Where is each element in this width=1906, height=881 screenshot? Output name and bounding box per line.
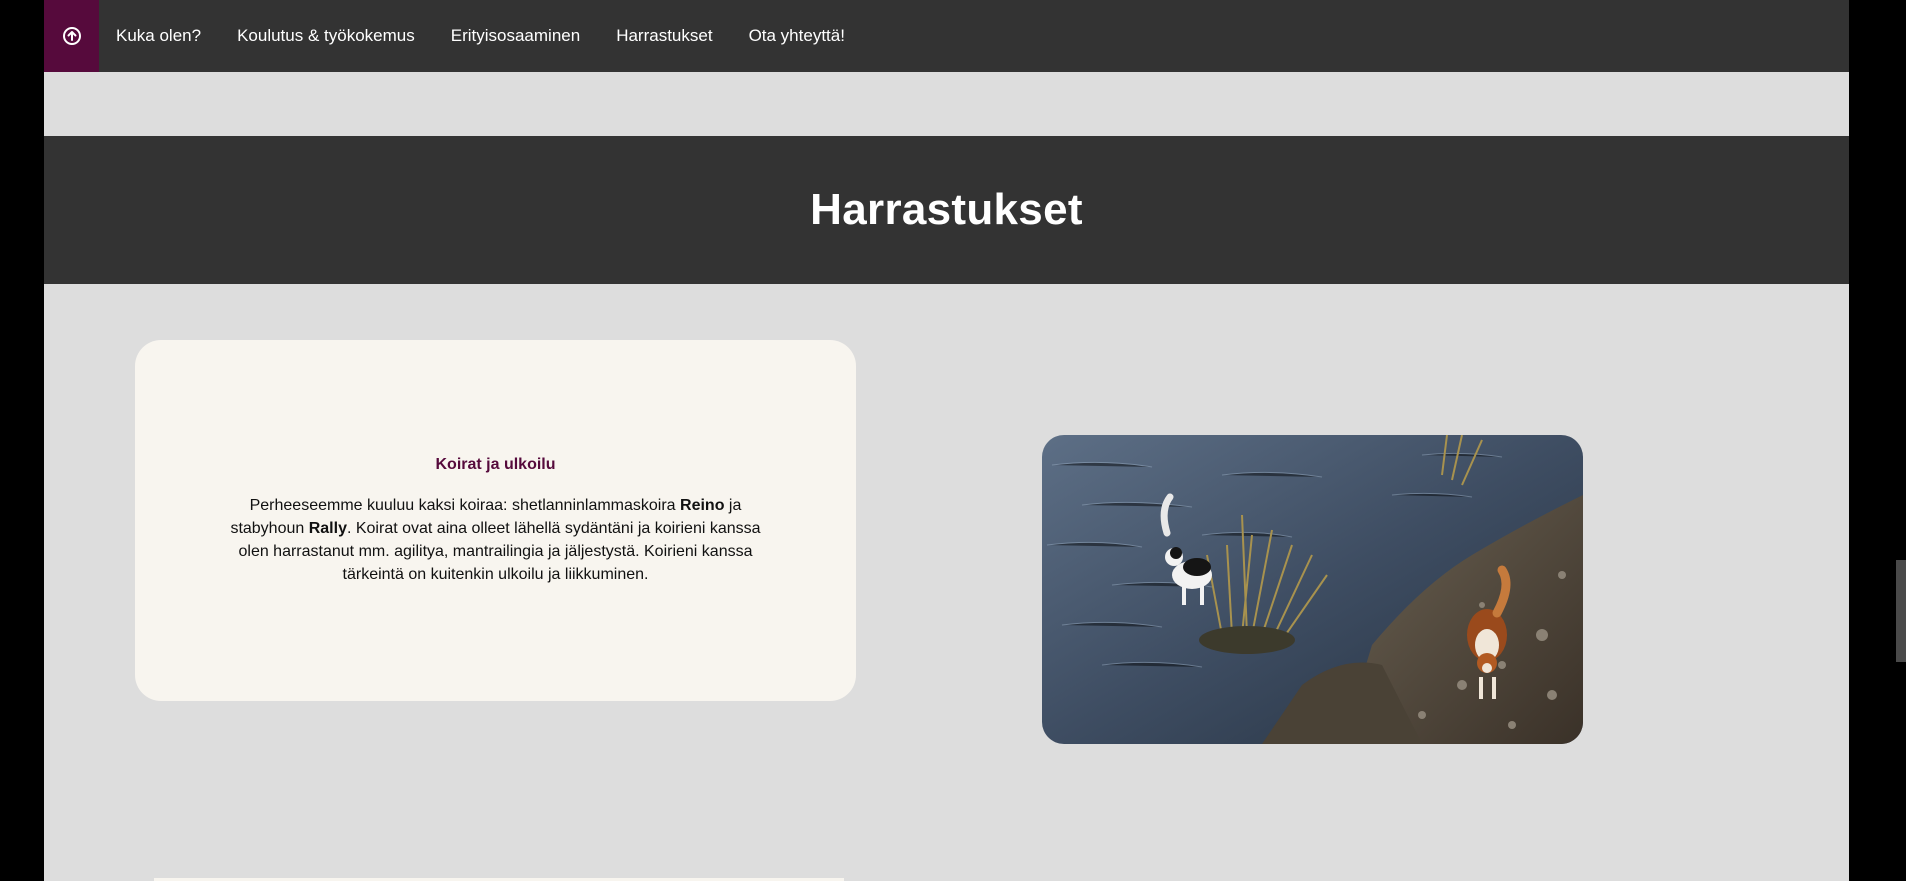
section-header: Harrastukset (44, 136, 1849, 284)
dog-name-reino: Reino (680, 496, 725, 514)
section-title: Harrastukset (810, 185, 1083, 234)
hobby-card: Koirat ja ulkoilu Perheeseemme kuuluu ka… (135, 340, 856, 701)
scrollbar-thumb[interactable] (1896, 560, 1906, 662)
page: Kuka olen? Koulutus & työkokemus Erityis… (44, 0, 1849, 881)
back-to-top-button[interactable] (44, 0, 99, 72)
card-title: Koirat ja ulkoilu (435, 455, 556, 473)
dog-name-rally: Rally (308, 519, 347, 537)
nav-link-kuka-olen[interactable]: Kuka olen? (116, 26, 201, 46)
nav-link-ota-yhteytta[interactable]: Ota yhteyttä! (749, 26, 845, 46)
nav-links: Kuka olen? Koulutus & työkokemus Erityis… (116, 26, 881, 46)
card-text: Perheeseemme kuuluu kaksi koiraa: shetla… (226, 494, 766, 586)
nav-link-erityisosaaminen[interactable]: Erityisosaaminen (451, 26, 580, 46)
dogs-photo (1042, 435, 1583, 744)
arrow-up-circle-icon (62, 27, 81, 45)
nav-link-harrastukset[interactable]: Harrastukset (616, 26, 712, 46)
card-text-part: Perheeseemme kuuluu kaksi koiraa: shetla… (249, 496, 681, 514)
top-navbar: Kuka olen? Koulutus & työkokemus Erityis… (44, 0, 1849, 72)
nav-link-koulutus[interactable]: Koulutus & työkokemus (237, 26, 415, 46)
